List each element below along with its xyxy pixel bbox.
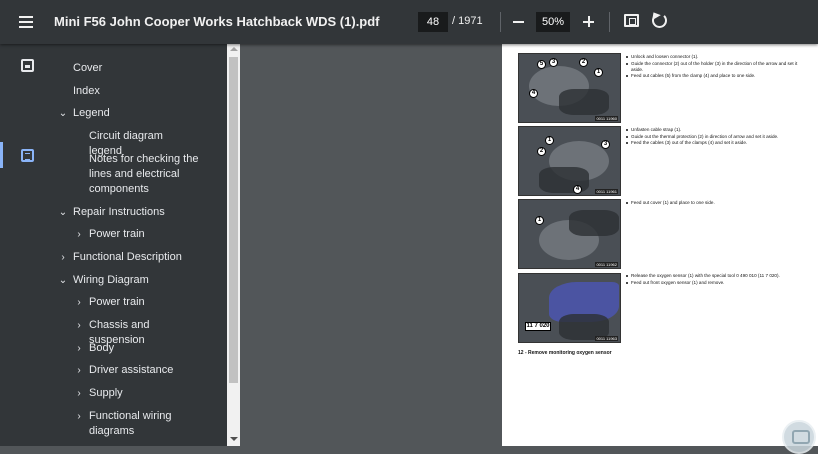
instruction-step: Unlock and loosen connector (1). [626, 54, 806, 60]
outline-item[interactable]: Circuit diagram legend [55, 129, 227, 157]
chevron-right-icon[interactable]: › [74, 295, 84, 310]
instruction-steps: Release the oxygen sensor (1) with the s… [626, 273, 806, 286]
page-number-input[interactable]: 48 [418, 12, 448, 32]
menu-icon[interactable] [17, 12, 37, 32]
toolbar-divider [500, 12, 501, 32]
figure-id: 0011 11962 [595, 262, 618, 267]
chevron-right-icon[interactable]: › [74, 341, 84, 356]
outline-item-label: Functional Description [73, 250, 182, 263]
outline-item[interactable]: › Power train [55, 295, 227, 310]
outline-item-label: Functional wiring diagrams [89, 409, 172, 437]
scroll-down-arrow[interactable] [230, 437, 238, 441]
tool-reference: 11 7 020 [525, 322, 551, 331]
outline-item[interactable]: Cover [55, 61, 227, 76]
zoom-in-icon[interactable] [582, 11, 596, 31]
outline-item-label: Cover [73, 62, 103, 74]
document-title: Mini F56 John Cooper Works Hatchback WDS… [54, 14, 380, 29]
outline-item[interactable]: › Body [55, 341, 227, 356]
outline-item[interactable]: ⌄ Wiring Diagram [55, 273, 227, 288]
instruction-steps: Feed out cover (1) and place to one side… [626, 200, 806, 207]
outline-item-label: Notes for checking the lines and electri… [89, 152, 199, 195]
instruction-step: Unfasten cable strap (1). [626, 127, 806, 133]
instruction-step: Feed out cables (5) from the clamp (4) a… [626, 73, 806, 79]
instruction-step: Feed out cover (1) and place to one side… [626, 200, 806, 206]
figure-photo: 11 7 020 0011 11963 [518, 273, 621, 343]
chevron-right-icon[interactable]: › [74, 386, 84, 401]
pdf-toolbar: Mini F56 John Cooper Works Hatchback WDS… [0, 0, 818, 44]
outline-item[interactable]: › Power train [55, 227, 227, 242]
figure-photo: 5 3 2 1 4 0011 11960 [518, 53, 621, 123]
figure-id: 0011 11960 [595, 116, 618, 121]
document-outline: Cover Index ⌄ Legend Circuit diagram legend N… [55, 44, 227, 446]
page-total: / 1971 [452, 15, 483, 27]
instruction-step: Release the oxygen sensor (1) with the s… [626, 273, 806, 279]
figure-id: 0011 11961 [595, 189, 618, 194]
figure-id: 0011 11963 [595, 336, 618, 341]
outline-item-label: Driver assistance [89, 364, 174, 377]
chevron-right-icon[interactable]: › [74, 318, 84, 333]
outline-scrollbar[interactable] [227, 44, 240, 446]
instruction-step: Guide out the thermal protection (2) in … [626, 134, 806, 140]
fit-page-icon[interactable] [624, 14, 639, 27]
outline-item[interactable]: ⌄ Legend [55, 106, 227, 121]
outline-item[interactable]: Notes for checking the lines and electri… [55, 152, 227, 197]
instruction-steps: Unfasten cable strap (1). Guide out the … [626, 127, 806, 147]
instruction-step: Guide the connector (2) out of the holde… [626, 61, 806, 73]
callout: 1 [545, 136, 554, 145]
watermark-logo [782, 420, 816, 454]
outline-item[interactable]: › Functional Description [55, 250, 227, 265]
callout: 1 [594, 68, 603, 77]
scroll-thumb[interactable] [229, 57, 238, 383]
outline-item[interactable]: › Functional wiring diagrams [55, 409, 227, 439]
chevron-right-icon[interactable]: › [58, 250, 68, 265]
callout: 2 [579, 58, 588, 67]
document-outline-icon[interactable] [21, 149, 34, 162]
outline-item-label: Legend [73, 107, 110, 120]
section-caption: 12 - Remove monitoring oxygen sensor [518, 350, 612, 356]
callout: 4 [573, 185, 582, 194]
instruction-step: Feed the cables (3) out of the clamps (4… [626, 140, 806, 146]
callout: 1 [535, 216, 544, 225]
zoom-level-input[interactable]: 50% [536, 12, 570, 32]
figure-photo: 1 0011 11962 [518, 199, 621, 269]
rotate-icon[interactable] [652, 13, 667, 28]
callout: 3 [601, 140, 610, 149]
chevron-right-icon[interactable]: › [74, 409, 84, 424]
toolbar-divider [609, 12, 610, 32]
outline-item[interactable]: ⌄ Repair Instructions [55, 205, 227, 220]
sidebar-rail [0, 44, 55, 446]
callout: 3 [549, 58, 558, 67]
instruction-steps: Unlock and loosen connector (1). Guide t… [626, 54, 806, 80]
outline-item-label: Power train [89, 296, 145, 309]
thumbnails-icon[interactable] [21, 59, 34, 72]
chevron-right-icon[interactable]: › [74, 227, 84, 242]
zoom-out-icon[interactable] [511, 10, 525, 30]
figure-photo: 1 2 3 4 0011 11961 [518, 126, 621, 196]
active-indicator [0, 142, 3, 168]
outline-item[interactable]: › Driver assistance [55, 363, 227, 378]
outline-item-label: Power train [89, 228, 145, 241]
outline-item[interactable]: Index [55, 84, 227, 99]
chevron-down-icon[interactable]: ⌄ [58, 273, 68, 288]
outline-item-label: Repair Instructions [73, 205, 165, 218]
outline-item[interactable]: › Supply [55, 386, 227, 401]
outline-item[interactable]: › Chassis and suspension [55, 318, 227, 346]
chevron-right-icon[interactable]: › [74, 363, 84, 378]
outline-item-label: Supply [89, 387, 123, 400]
chevron-down-icon[interactable]: ⌄ [58, 205, 68, 220]
callout: 2 [537, 147, 546, 156]
outline-item-label: Body [89, 341, 115, 354]
pdf-viewer[interactable]: 5 3 2 1 4 0011 11960 Unlock and loosen c… [240, 44, 818, 446]
outline-item-label: Wiring Diagram [73, 273, 149, 286]
chevron-down-icon[interactable]: ⌄ [58, 106, 68, 121]
scroll-up-arrow[interactable] [230, 47, 238, 51]
pdf-page: 5 3 2 1 4 0011 11960 Unlock and loosen c… [502, 44, 818, 446]
callout: 5 [537, 60, 546, 69]
callout: 4 [529, 89, 538, 98]
outline-item-label: Index [73, 84, 100, 97]
instruction-step: Feed out front oxygen sensor (1) and rem… [626, 280, 806, 286]
